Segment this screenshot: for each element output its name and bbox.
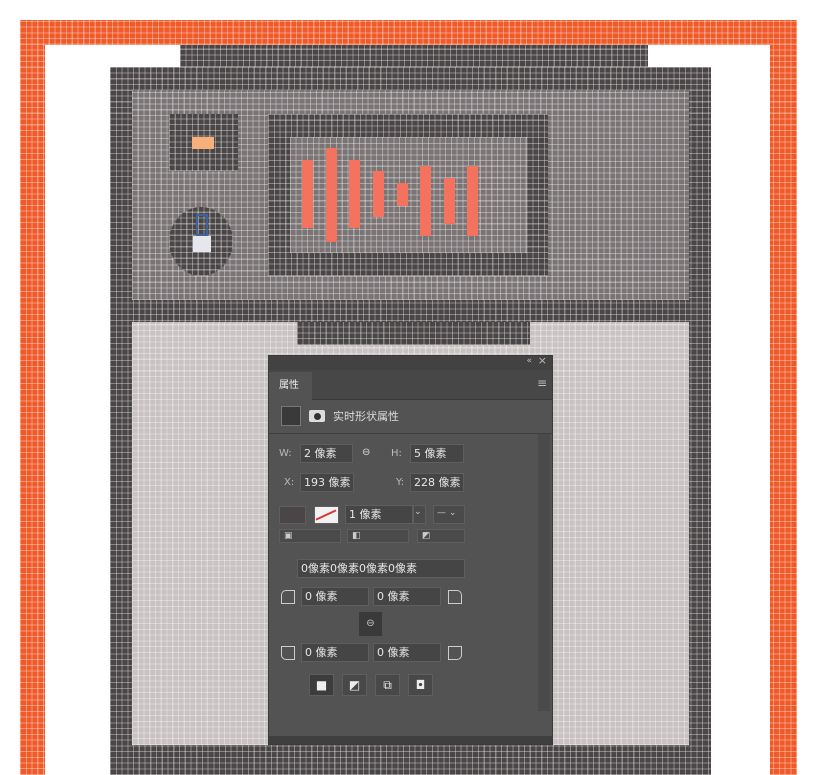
stroke-width-dropdown[interactable]: ⌄: [413, 505, 426, 524]
menu-icon[interactable]: ≡: [537, 376, 547, 390]
collapse-icon[interactable]: «: [526, 356, 532, 366]
y-input[interactable]: 228 像素: [410, 473, 464, 492]
corner-br-input[interactable]: 0 像素: [373, 643, 441, 662]
wave-bar: [349, 160, 360, 228]
chevron-down-icon: ⌄: [414, 507, 422, 517]
corner-br-icon: [448, 646, 462, 660]
panel-titlebar: « ×: [269, 354, 552, 370]
knob-base: [193, 236, 211, 252]
w-label: W:: [279, 448, 292, 459]
corner-radii-input[interactable]: 0像素0像素0像素0像素: [297, 559, 465, 578]
wave-bar: [326, 148, 337, 242]
knob-outline: [196, 214, 208, 236]
wave-bar: [373, 171, 384, 217]
tab-bar: 属性 ≡: [269, 370, 552, 400]
stroke-corner-dropdown[interactable]: ◩: [417, 529, 465, 543]
stroke-align-dropdown[interactable]: ▣: [279, 529, 341, 543]
link-icon[interactable]: ⊖: [362, 444, 370, 462]
divider: [269, 433, 552, 434]
section-title: 实时形状属性: [333, 410, 399, 423]
subtract-shapes-button[interactable]: ◩: [342, 674, 367, 696]
mask-icon[interactable]: [309, 410, 325, 422]
slot: [297, 322, 530, 345]
width-input[interactable]: 2 像素: [300, 444, 353, 463]
wave-bar: [467, 166, 478, 236]
device-top: [180, 45, 648, 67]
corner-tl-input[interactable]: 0 像素: [301, 587, 369, 606]
corner-tr-input[interactable]: 0 像素: [373, 587, 441, 606]
properties-panel: « × 属性 ≡ 实时形状属性 W: 2 像素 ⊖ H: 5 像素 X: 193…: [268, 354, 553, 745]
height-input[interactable]: 5 像素: [410, 444, 464, 463]
y-label: Y:: [396, 477, 405, 488]
stroke-width-input[interactable]: 1 像素: [345, 505, 413, 524]
corner-tr-icon: [448, 590, 462, 604]
corner-bl-input[interactable]: 0 像素: [301, 643, 369, 662]
corner-bl-icon: [281, 646, 295, 660]
panel-resize-handle[interactable]: [269, 736, 552, 744]
wave-bar: [302, 160, 313, 228]
link-corners-button[interactable]: ⊖: [359, 612, 382, 636]
stroke-cap-dropdown[interactable]: ◧: [347, 529, 409, 543]
corner-tl-icon: [281, 590, 295, 604]
x-label: X:: [284, 477, 295, 488]
close-icon[interactable]: ×: [538, 354, 547, 367]
x-input[interactable]: 193 像素: [300, 473, 354, 492]
combine-shapes-button[interactable]: ■: [309, 674, 334, 696]
exclude-shapes-button[interactable]: ◘: [408, 674, 433, 696]
indicator-light: [192, 137, 214, 149]
wave-bar: [397, 183, 408, 206]
intersect-shapes-button[interactable]: ⧉: [375, 674, 400, 696]
scrollbar[interactable]: [538, 434, 550, 711]
tab-properties[interactable]: 属性: [269, 372, 312, 400]
shape-properties-icon[interactable]: [281, 406, 301, 426]
fill-swatch[interactable]: [279, 506, 306, 524]
stroke-swatch[interactable]: [314, 506, 339, 524]
wave-bar: [444, 178, 455, 224]
stroke-type-dropdown[interactable]: — ⌄: [433, 505, 465, 524]
h-label: H:: [391, 448, 402, 459]
wave-bar: [420, 166, 431, 236]
